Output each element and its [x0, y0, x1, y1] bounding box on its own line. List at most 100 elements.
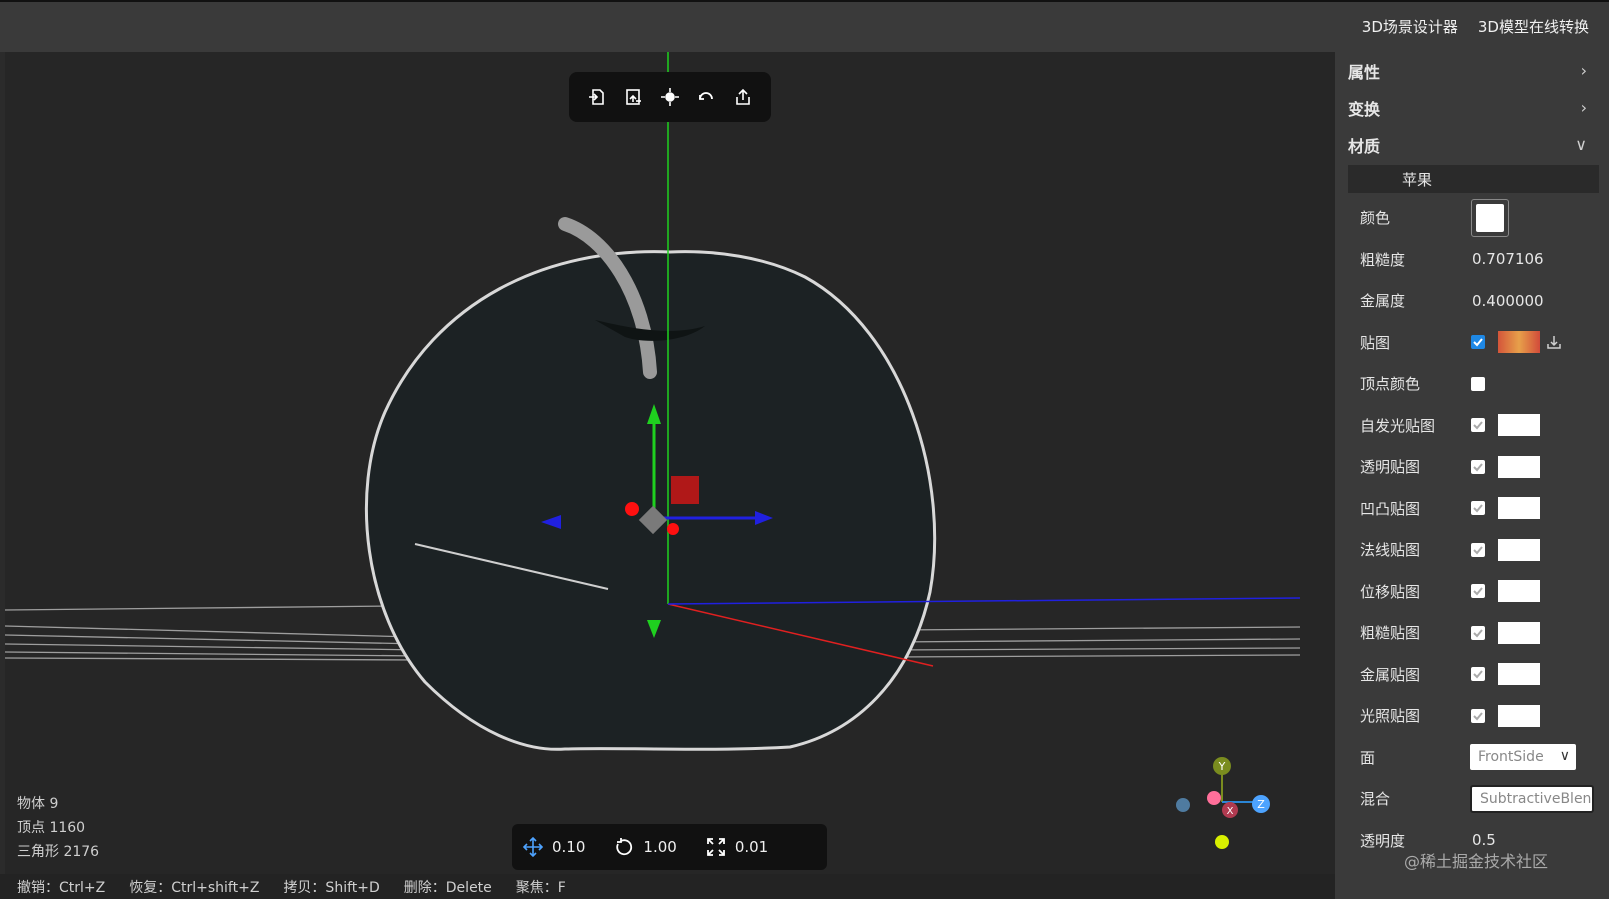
- opacity-label: 透明度: [1360, 831, 1406, 850]
- gizmo-x-label: X: [1227, 806, 1234, 817]
- row-color: 颜色: [1335, 197, 1609, 239]
- menu-model-converter[interactable]: 3D模型在线转换: [1478, 16, 1589, 37]
- gizmo-z-label: Z: [1257, 798, 1265, 811]
- row-metalness-map: 金属贴图: [1335, 654, 1609, 696]
- watermark: @稀土掘金技术社区: [1404, 852, 1549, 871]
- roughness-map-thumbnail[interactable]: [1498, 621, 1540, 644]
- emissive-map-thumbnail[interactable]: [1498, 414, 1540, 437]
- light-map-thumbnail[interactable]: [1498, 704, 1540, 727]
- row-displacement-map: 位移贴图: [1335, 571, 1609, 613]
- map-checkbox[interactable]: [1471, 335, 1485, 350]
- row-normal-map: 法线贴图: [1335, 529, 1609, 571]
- displacement-map-label: 位移贴图: [1360, 582, 1421, 601]
- menu-scene-designer[interactable]: 3D场景设计器: [1362, 16, 1458, 37]
- rotate-snap-value: 1.00: [643, 838, 677, 856]
- row-roughness: 粗糙度 0.707106: [1335, 239, 1609, 281]
- section-material[interactable]: 材质 ∨: [1335, 126, 1609, 163]
- metalness-map-thumbnail[interactable]: [1498, 663, 1540, 686]
- roughness-label: 粗糙度: [1360, 250, 1406, 269]
- stat-vertices: 顶点 1160: [17, 820, 86, 836]
- normal-map-label: 法线贴图: [1360, 541, 1421, 560]
- side-select-value: FrontSide: [1478, 749, 1544, 766]
- 3d-viewport[interactable]: 物体 9 顶点 1160 三角形 2176 0.10 1.00 0.01 Y Z…: [5, 52, 1335, 874]
- metalness-map-label: 金属贴图: [1360, 665, 1421, 684]
- export-model-icon[interactable]: [621, 84, 647, 110]
- view-gizmo[interactable]: Y Z X: [1170, 752, 1290, 852]
- row-blending: 混合 SubtractiveBlend: [1335, 778, 1609, 820]
- section-transform-label: 变换: [1348, 99, 1381, 119]
- emissive-map-label: 自发光贴图: [1360, 416, 1436, 435]
- side-label: 面: [1360, 748, 1376, 767]
- shortcut-redo: 恢复：Ctrl+shift+Z: [129, 879, 260, 896]
- row-light-map: 光照贴图: [1335, 695, 1609, 737]
- light-map-label: 光照贴图: [1360, 707, 1421, 726]
- metalness-value[interactable]: 0.400000: [1472, 292, 1544, 310]
- shortcut-focus: 聚焦：F: [515, 879, 566, 896]
- share-icon[interactable]: [730, 84, 756, 110]
- shortcut-copy: 拷贝：Shift+D: [283, 879, 380, 896]
- translate-snap[interactable]: 0.10: [522, 836, 585, 858]
- stat-objects: 物体 9: [17, 796, 59, 812]
- light-map-checkbox[interactable]: [1471, 708, 1485, 723]
- scene-canvas[interactable]: [5, 52, 1335, 874]
- chevron-right-icon: ›: [1580, 61, 1587, 80]
- row-side: 面 FrontSide ∨: [1335, 737, 1609, 779]
- import-icon[interactable]: [584, 84, 610, 110]
- section-properties-label: 属性: [1348, 62, 1381, 82]
- row-metalness: 金属度 0.400000: [1335, 280, 1609, 322]
- displacement-map-checkbox[interactable]: [1471, 584, 1485, 599]
- alpha-map-thumbnail[interactable]: [1498, 455, 1540, 478]
- row-vertex-colors: 顶点颜色: [1335, 363, 1609, 405]
- color-label: 颜色: [1360, 209, 1391, 228]
- shortcut-statusbar: 撤销：Ctrl+Z 恢复：Ctrl+shift+Z 拷贝：Shift+D 删除：…: [0, 874, 1335, 899]
- rotate-snap[interactable]: 1.00: [613, 836, 677, 858]
- download-icon[interactable]: [1545, 333, 1563, 351]
- reset-icon[interactable]: [693, 84, 719, 110]
- shortcut-undo: 撤销：Ctrl+Z: [17, 879, 106, 896]
- blending-label: 混合: [1360, 790, 1391, 809]
- roughness-map-checkbox[interactable]: [1471, 625, 1485, 640]
- metalness-map-checkbox[interactable]: [1471, 667, 1485, 682]
- chevron-down-icon: ∨: [1575, 135, 1587, 154]
- top-menu: 3D场景设计器 3D模型在线转换: [1362, 16, 1589, 37]
- alpha-map-checkbox[interactable]: [1471, 459, 1485, 474]
- opacity-value[interactable]: 0.5: [1472, 831, 1496, 849]
- normal-map-thumbnail[interactable]: [1498, 538, 1540, 561]
- displacement-map-thumbnail[interactable]: [1498, 580, 1540, 603]
- bump-map-checkbox[interactable]: [1471, 501, 1485, 516]
- row-roughness-map: 粗糙贴图: [1335, 612, 1609, 654]
- translate-snap-value: 0.10: [552, 838, 586, 856]
- row-alpha-map: 透明贴图: [1335, 446, 1609, 488]
- section-material-label: 材质: [1348, 136, 1381, 156]
- color-picker[interactable]: [1471, 198, 1509, 237]
- vertex-colors-checkbox[interactable]: [1471, 376, 1485, 391]
- map-texture-thumbnail[interactable]: [1498, 331, 1540, 354]
- scale-icon: [706, 838, 725, 856]
- blending-select[interactable]: SubtractiveBlend: [1470, 784, 1594, 813]
- section-transform[interactable]: 变换 ›: [1335, 89, 1609, 126]
- section-properties[interactable]: 属性 ›: [1335, 52, 1609, 89]
- shortcut-delete: 删除：Delete: [403, 879, 492, 896]
- emissive-map-checkbox[interactable]: [1471, 418, 1485, 433]
- top-bar: 3D场景设计器 3D模型在线转换: [0, 0, 1609, 52]
- focus-icon[interactable]: [657, 84, 683, 110]
- normal-map-checkbox[interactable]: [1471, 542, 1485, 557]
- scene-stats: 物体 9 顶点 1160 三角形 2176: [17, 792, 99, 864]
- side-select[interactable]: FrontSide ∨: [1470, 744, 1576, 771]
- material-tab[interactable]: 苹果: [1348, 165, 1599, 193]
- scale-snap[interactable]: 0.01: [705, 836, 768, 858]
- chevron-down-icon: ∨: [1559, 748, 1570, 765]
- metalness-label: 金属度: [1360, 292, 1406, 311]
- snap-settings-bar: 0.10 1.00 0.01: [512, 824, 827, 870]
- move-icon: [522, 836, 544, 858]
- bump-map-label: 凹凸贴图: [1360, 499, 1421, 518]
- gizmo-y-label: Y: [1218, 760, 1226, 773]
- scale-snap-value: 0.01: [734, 838, 769, 856]
- bump-map-thumbnail[interactable]: [1498, 497, 1540, 520]
- chevron-right-icon: ›: [1580, 98, 1587, 117]
- roughness-value[interactable]: 0.707106: [1472, 250, 1544, 268]
- roughness-map-label: 粗糙贴图: [1360, 624, 1421, 643]
- viewport-toolbar: [569, 72, 771, 122]
- alpha-map-label: 透明贴图: [1360, 458, 1421, 477]
- blending-select-value: SubtractiveBlend: [1480, 790, 1594, 807]
